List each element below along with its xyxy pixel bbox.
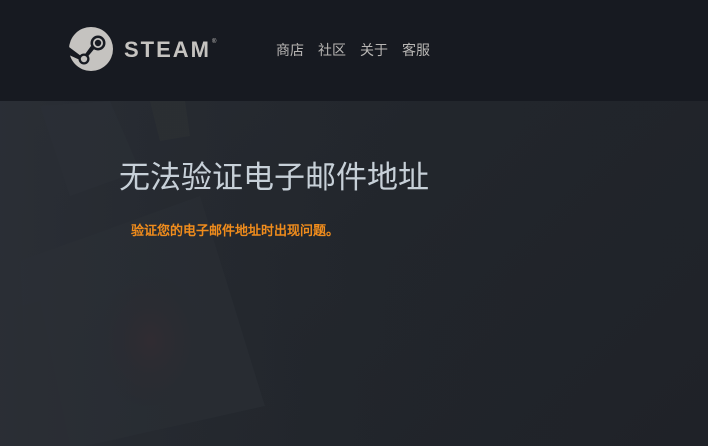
- nav-support[interactable]: 客服: [402, 42, 430, 60]
- main-content: 无法验证电子邮件地址 验证您的电子邮件地址时出现问题。: [0, 101, 708, 446]
- steam-logo[interactable]: STEAM®: [69, 27, 216, 71]
- main-nav: 商店 社区 关于 客服: [276, 42, 430, 60]
- nav-community[interactable]: 社区: [318, 42, 346, 60]
- global-header: STEAM® 商店 社区 关于 客服: [0, 0, 708, 101]
- nav-about[interactable]: 关于: [360, 42, 388, 60]
- nav-store[interactable]: 商店: [276, 42, 304, 60]
- error-message: 验证您的电子邮件地址时出现问题。: [131, 224, 340, 239]
- steam-wordmark: STEAM®: [124, 37, 217, 62]
- registered-mark: ®: [212, 38, 217, 45]
- steam-logo-icon: [69, 27, 113, 71]
- page-title: 无法验证电子邮件地址: [119, 160, 429, 196]
